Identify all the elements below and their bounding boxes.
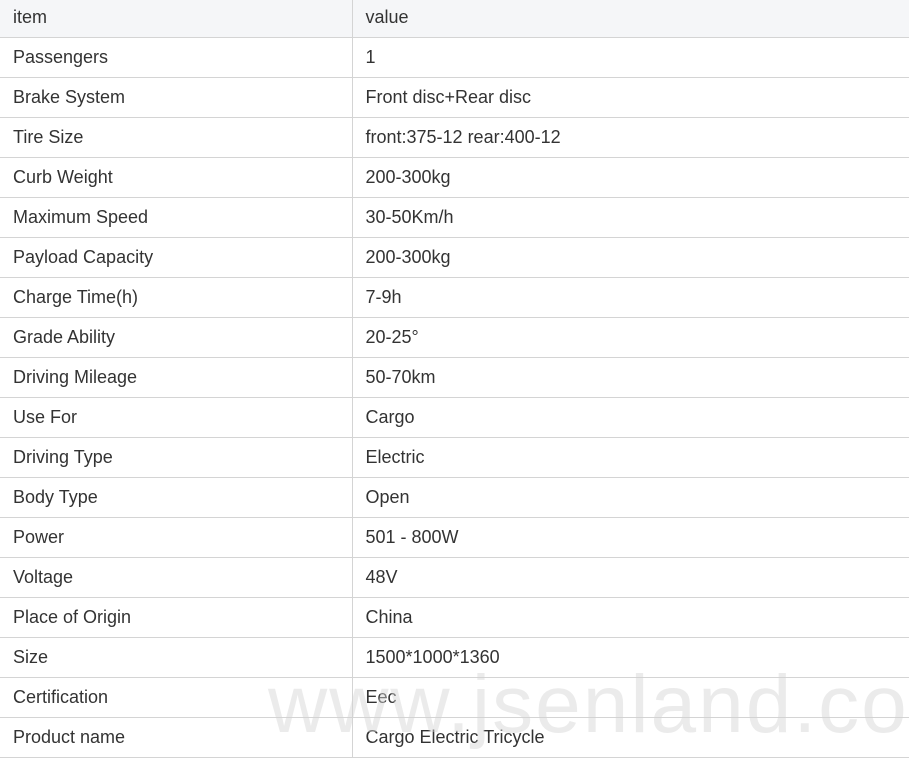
value-cell: 48V: [351, 557, 909, 598]
item-cell: Passengers: [0, 37, 352, 78]
item-cell: Tire Size: [0, 117, 352, 158]
value-cell: Eec: [351, 677, 909, 718]
item-cell: Driving Type: [0, 437, 352, 478]
item-cell: Curb Weight: [0, 157, 352, 198]
table-row: Maximum Speed 30-50Km/h: [0, 197, 909, 238]
table-row: Voltage 48V: [0, 557, 909, 598]
item-cell: Certification: [0, 677, 352, 718]
value-cell: Open: [351, 477, 909, 518]
value-cell: 1: [351, 37, 909, 78]
table-row: Curb Weight 200-300kg: [0, 157, 909, 198]
item-cell: Size: [0, 637, 352, 678]
value-cell: 50-70km: [351, 357, 909, 398]
table-row: Driving Mileage 50-70km: [0, 357, 909, 398]
column-header-value: value: [351, 0, 909, 38]
item-cell: Voltage: [0, 557, 352, 598]
value-cell: 7-9h: [351, 277, 909, 318]
table-row: Place of Origin China: [0, 597, 909, 638]
table-row: Passengers 1: [0, 37, 909, 78]
table-row: Tire Size front:375-12 rear:400-12: [0, 117, 909, 158]
table-row: Body Type Open: [0, 477, 909, 518]
value-cell: Electric: [351, 437, 909, 478]
table-row: Driving Type Electric: [0, 437, 909, 478]
value-cell: 200-300kg: [351, 157, 909, 198]
item-cell: Driving Mileage: [0, 357, 352, 398]
value-cell: China: [351, 597, 909, 638]
item-cell: Grade Ability: [0, 317, 352, 358]
spec-table: item value Passengers 1 Brake System Front…: [0, 0, 909, 758]
value-cell: Cargo Electric Tricycle: [351, 717, 909, 758]
table-row: Brake System Front disc+Rear disc: [0, 77, 909, 118]
item-cell: Maximum Speed: [0, 197, 352, 238]
item-cell: Product name: [0, 717, 352, 758]
table-row: Size 1500*1000*1360: [0, 637, 909, 678]
value-cell: 200-300kg: [351, 237, 909, 278]
table-row: Certification Eec: [0, 677, 909, 718]
column-header-item: item: [0, 0, 352, 38]
item-cell: Payload Capacity: [0, 237, 352, 278]
item-cell: Charge Time(h): [0, 277, 352, 318]
value-cell: front:375-12 rear:400-12: [351, 117, 909, 158]
table-row: Grade Ability 20-25°: [0, 317, 909, 358]
item-cell: Power: [0, 517, 352, 558]
table-row: Charge Time(h) 7-9h: [0, 277, 909, 318]
table-body: Passengers 1 Brake System Front disc+Rear …: [0, 37, 909, 758]
table-header-row: item value: [0, 0, 909, 38]
item-cell: Brake System: [0, 77, 352, 118]
value-cell: 1500*1000*1360: [351, 637, 909, 678]
table-row: Payload Capacity 200-300kg: [0, 237, 909, 278]
table-row: Power 501 - 800W: [0, 517, 909, 558]
value-cell: Cargo: [351, 397, 909, 438]
item-cell: Body Type: [0, 477, 352, 518]
item-cell: Use For: [0, 397, 352, 438]
table-row: Product name Cargo Electric Tricycle: [0, 717, 909, 758]
value-cell: 20-25°: [351, 317, 909, 358]
value-cell: 501 - 800W: [351, 517, 909, 558]
item-cell: Place of Origin: [0, 597, 352, 638]
value-cell: 30-50Km/h: [351, 197, 909, 238]
value-cell: Front disc+Rear disc: [351, 77, 909, 118]
table-row: Use For Cargo: [0, 397, 909, 438]
